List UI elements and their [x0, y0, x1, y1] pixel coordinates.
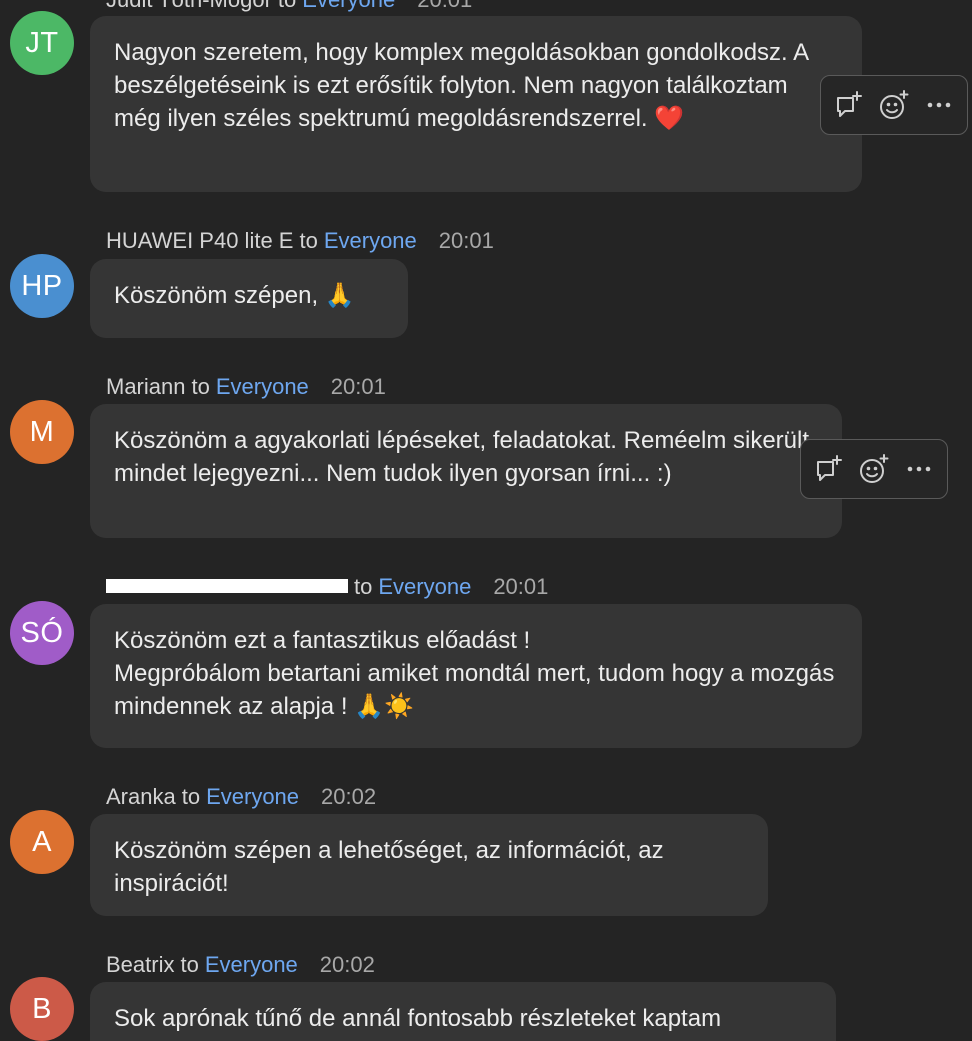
avatar-initials: JT [25, 26, 59, 59]
message-time: 20:02 [321, 784, 377, 809]
to-label: to [191, 374, 210, 399]
sender-name: Aranka [106, 784, 176, 809]
more-options-icon [927, 102, 950, 108]
to-label: to [354, 574, 373, 599]
recipient-link[interactable]: Everyone [206, 784, 299, 809]
message-header: Mariann to Everyone 20:01 [106, 373, 386, 401]
sender-name: Mariann [106, 374, 186, 399]
recipient-link[interactable]: Everyone [324, 228, 417, 253]
recipient-link[interactable]: Everyone [216, 374, 309, 399]
sender-name: Judit Tóth-Mogor [106, 0, 272, 12]
message-actions-toolbar [820, 75, 968, 135]
message-bubble[interactable]: Sok aprónak tűnő de annál fontosabb rész… [90, 982, 836, 1041]
message-time: 20:01 [330, 374, 386, 399]
avatar[interactable]: HP [10, 254, 74, 318]
message-header: to Everyone 20:01 [106, 573, 548, 601]
add-reaction-icon [859, 454, 889, 483]
to-label: to [278, 0, 296, 12]
chat-panel: Judit Tóth-MogortoEveryone20:01 JT Nagyo… [0, 0, 972, 1041]
sender-name: HUAWEI P40 lite E [106, 228, 294, 253]
avatar[interactable]: SÓ [10, 601, 74, 665]
message-bubble[interactable]: Köszönöm szépen, 🙏 [90, 259, 408, 338]
message-bubble[interactable]: Köszönöm a agyakorlati lépéseket, felada… [90, 404, 842, 538]
message-header: Aranka to Everyone 20:02 [106, 783, 376, 811]
reply-thread-icon [837, 91, 863, 117]
message-bubble[interactable]: Köszönöm szépen a lehetőséget, az inform… [90, 814, 768, 916]
add-reaction-icon [879, 90, 909, 119]
message-time: 20:01 [417, 0, 472, 12]
message-header: Judit Tóth-Mogor to Everyone 20:01 [106, 0, 472, 14]
add-reaction-button[interactable] [876, 87, 912, 123]
reply-thread-icon [817, 455, 843, 481]
to-label: to [180, 952, 199, 977]
message-bubble[interactable]: Köszönöm ezt a fantasztikus előadást ! M… [90, 604, 862, 748]
reply-thread-button[interactable] [811, 451, 847, 487]
message-time: 20:01 [438, 228, 494, 253]
avatar-initials: HP [21, 269, 63, 302]
reply-thread-button[interactable] [831, 87, 867, 123]
avatar-initials: SÓ [20, 616, 64, 649]
recipient-link[interactable]: Everyone [378, 574, 471, 599]
message-header: Beatrix to Everyone 20:02 [106, 951, 375, 979]
message-time: 20:02 [319, 952, 375, 977]
sender-name: Beatrix [106, 952, 175, 977]
avatar-initials: B [32, 992, 52, 1025]
add-reaction-button[interactable] [856, 451, 892, 487]
redacted-sender-name [106, 579, 348, 594]
avatar[interactable]: M [10, 400, 74, 464]
more-options-button[interactable] [901, 451, 937, 487]
avatar[interactable]: A [10, 810, 74, 874]
message-header: HUAWEI P40 lite Eto Everyone 20:01 [106, 227, 494, 255]
to-label: to [299, 228, 318, 253]
message-actions-toolbar [800, 439, 948, 499]
message-time: 20:01 [493, 574, 549, 599]
avatar-initials: A [32, 825, 52, 858]
recipient-link[interactable]: Everyone [205, 952, 298, 977]
avatar[interactable]: B [10, 977, 74, 1041]
avatar-initials: M [29, 415, 55, 448]
message-bubble[interactable]: Nagyon szeretem, hogy komplex megoldások… [90, 16, 862, 192]
avatar[interactable]: JT [10, 11, 74, 75]
more-options-icon [907, 466, 930, 472]
more-options-button[interactable] [921, 87, 957, 123]
to-label: to [181, 784, 201, 809]
recipient-link[interactable]: Everyone [302, 0, 395, 12]
